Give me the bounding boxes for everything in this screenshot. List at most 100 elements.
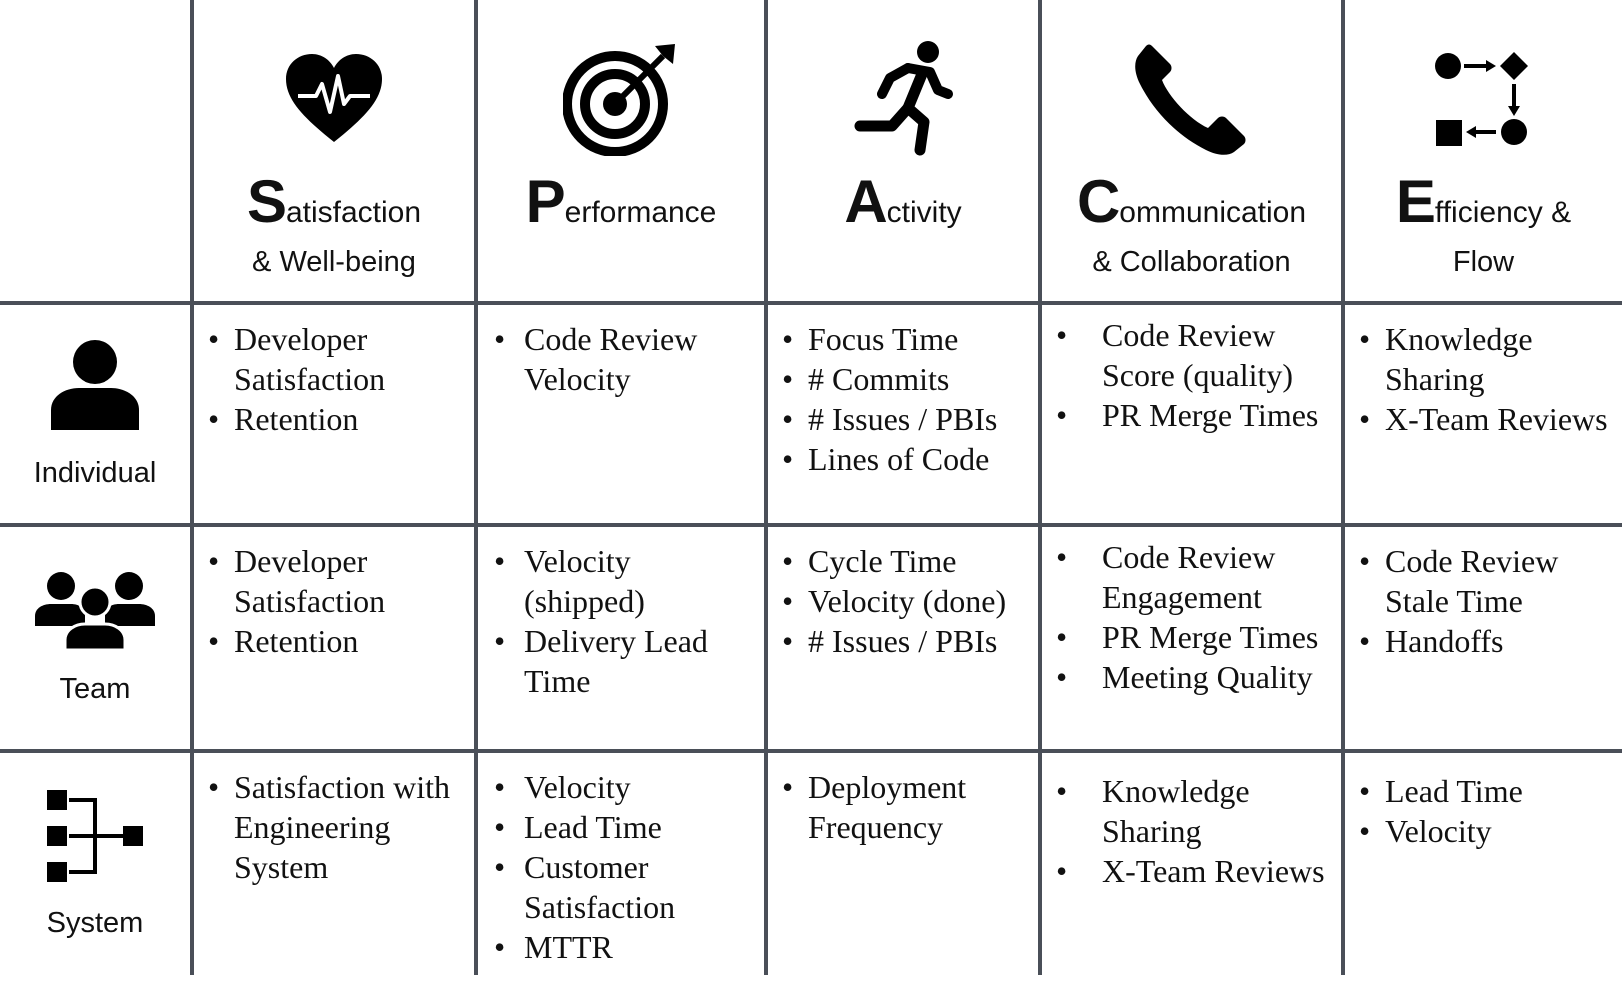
- metric-item: X-Team Reviews: [1056, 851, 1335, 891]
- metric-list: Knowledge Sharing X-Team Reviews: [1042, 753, 1341, 891]
- metric-cell: Developer Satisfaction Retention: [194, 527, 478, 753]
- metric-cell: Code Review Stale Time Handoffs: [1345, 527, 1622, 753]
- metric-cell: Knowledge Sharing X-Team Reviews: [1042, 753, 1345, 975]
- metric-item: Velocity: [1359, 811, 1616, 851]
- row-label: System: [46, 907, 144, 939]
- heart-pulse-icon: [284, 38, 384, 158]
- group-icon: [35, 570, 155, 655]
- metric-list: Code Review Engagement PR Merge Times Me…: [1042, 527, 1341, 697]
- title-capital: A: [844, 168, 887, 235]
- metric-cell: Developer Satisfaction Retention: [194, 305, 478, 527]
- metric-item: Satisfaction with Engineering System: [208, 767, 468, 887]
- metric-item: # Commits: [782, 359, 1032, 399]
- metric-cell: Code Review Velocity: [478, 305, 768, 527]
- metric-item: Lead Time: [494, 807, 758, 847]
- metric-item: PR Merge Times: [1056, 395, 1335, 435]
- metric-list: Code Review Score (quality) PR Merge Tim…: [1042, 305, 1341, 435]
- metric-item: Developer Satisfaction: [208, 541, 468, 621]
- metric-item: Lines of Code: [782, 439, 1032, 479]
- column-header-satisfaction: Satisfaction & Well-being: [194, 0, 478, 305]
- row-header-system: System: [0, 753, 194, 975]
- column-header-efficiency: Efficiency & Flow: [1345, 0, 1622, 305]
- flow-icon: [1434, 38, 1534, 158]
- metric-list: Lead Time Velocity: [1345, 753, 1622, 851]
- metric-list: Developer Satisfaction Retention: [194, 305, 474, 439]
- row-label: Team: [59, 673, 131, 705]
- title-rest: ctivity: [886, 196, 962, 229]
- metric-item: Code Review Velocity: [494, 319, 758, 399]
- metric-item: Knowledge Sharing: [1056, 771, 1335, 851]
- space-framework-matrix: Satisfaction & Well-being Performance Ac…: [0, 0, 1622, 995]
- column-title: Activity: [844, 172, 961, 232]
- metric-item: Developer Satisfaction: [208, 319, 468, 399]
- metric-list: Code Review Stale Time Handoffs: [1345, 527, 1622, 661]
- metric-item: Retention: [208, 621, 468, 661]
- title-capital: P: [525, 168, 566, 235]
- metric-list: Cycle Time Velocity (done) # Issues / PB…: [768, 527, 1038, 661]
- metric-cell: Lead Time Velocity: [1345, 753, 1622, 975]
- column-header-activity: Activity: [768, 0, 1042, 305]
- column-title: Performance: [526, 172, 717, 232]
- metric-list: Velocity Lead Time Customer Satisfaction…: [478, 753, 764, 967]
- metric-cell: Velocity Lead Time Customer Satisfaction…: [478, 753, 768, 975]
- metric-item: Customer Satisfaction: [494, 847, 758, 927]
- metric-list: Satisfaction with Engineering System: [194, 753, 474, 887]
- metric-list: Knowledge Sharing X-Team Reviews: [1345, 305, 1622, 439]
- target-icon: [563, 38, 679, 158]
- metric-item: Retention: [208, 399, 468, 439]
- metric-item: Code Review Stale Time: [1359, 541, 1616, 621]
- column-title: Efficiency &: [1396, 172, 1571, 232]
- column-title: Communication: [1077, 172, 1306, 232]
- metric-item: Code Review Engagement: [1056, 537, 1335, 617]
- metric-item: X-Team Reviews: [1359, 399, 1616, 439]
- system-tree-icon: [45, 788, 145, 889]
- metric-item: Meeting Quality: [1056, 657, 1335, 697]
- title-rest: fficiency &: [1434, 196, 1572, 229]
- metric-cell: Cycle Time Velocity (done) # Issues / PB…: [768, 527, 1042, 753]
- person-icon: [47, 338, 143, 439]
- metric-cell: Code Review Score (quality) PR Merge Tim…: [1042, 305, 1345, 527]
- metric-item: Lead Time: [1359, 771, 1616, 811]
- metric-list: Focus Time # Commits # Issues / PBIs Lin…: [768, 305, 1038, 479]
- running-person-icon: [848, 38, 958, 158]
- metric-cell: Velocity (shipped) Delivery Lead Time: [478, 527, 768, 753]
- metric-cell: Knowledge Sharing X-Team Reviews: [1345, 305, 1622, 527]
- metric-item: MTTR: [494, 927, 758, 967]
- corner-cell: [0, 0, 194, 305]
- metric-item: Velocity (done): [782, 581, 1032, 621]
- metric-item: Handoffs: [1359, 621, 1616, 661]
- metric-item: Cycle Time: [782, 541, 1032, 581]
- metric-cell: Deployment Frequency: [768, 753, 1042, 975]
- phone-icon: [1134, 38, 1250, 158]
- metric-item: Deployment Frequency: [782, 767, 1032, 847]
- metric-cell: Focus Time # Commits # Issues / PBIs Lin…: [768, 305, 1042, 527]
- metric-item: Code Review Score (quality): [1056, 315, 1335, 395]
- row-header-team: Team: [0, 527, 194, 753]
- metric-item: Knowledge Sharing: [1359, 319, 1616, 399]
- column-subtitle: & Well-being: [252, 246, 416, 278]
- column-header-performance: Performance: [478, 0, 768, 305]
- metric-cell: Satisfaction with Engineering System: [194, 753, 478, 975]
- column-title: Satisfaction: [247, 172, 421, 232]
- metric-cell: Code Review Engagement PR Merge Times Me…: [1042, 527, 1345, 753]
- title-rest: atisfaction: [285, 196, 422, 229]
- metric-list: Deployment Frequency: [768, 753, 1038, 847]
- metric-list: Velocity (shipped) Delivery Lead Time: [478, 527, 764, 701]
- metric-item: Velocity (shipped): [494, 541, 758, 621]
- title-rest: ommunication: [1119, 196, 1307, 229]
- title-rest: erformance: [564, 196, 717, 229]
- metric-item: PR Merge Times: [1056, 617, 1335, 657]
- title-capital: S: [246, 168, 287, 235]
- column-header-communication: Communication & Collaboration: [1042, 0, 1345, 305]
- metric-item: Delivery Lead Time: [494, 621, 758, 701]
- metric-item: Focus Time: [782, 319, 1032, 359]
- title-capital: C: [1076, 168, 1120, 235]
- row-header-individual: Individual: [0, 305, 194, 527]
- column-subtitle: Flow: [1452, 246, 1515, 278]
- metric-list: Developer Satisfaction Retention: [194, 527, 474, 661]
- metric-item: Velocity: [494, 767, 758, 807]
- column-subtitle: & Collaboration: [1092, 246, 1291, 278]
- metric-item: # Issues / PBIs: [782, 399, 1032, 439]
- metric-list: Code Review Velocity: [478, 305, 764, 399]
- row-label: Individual: [33, 457, 157, 489]
